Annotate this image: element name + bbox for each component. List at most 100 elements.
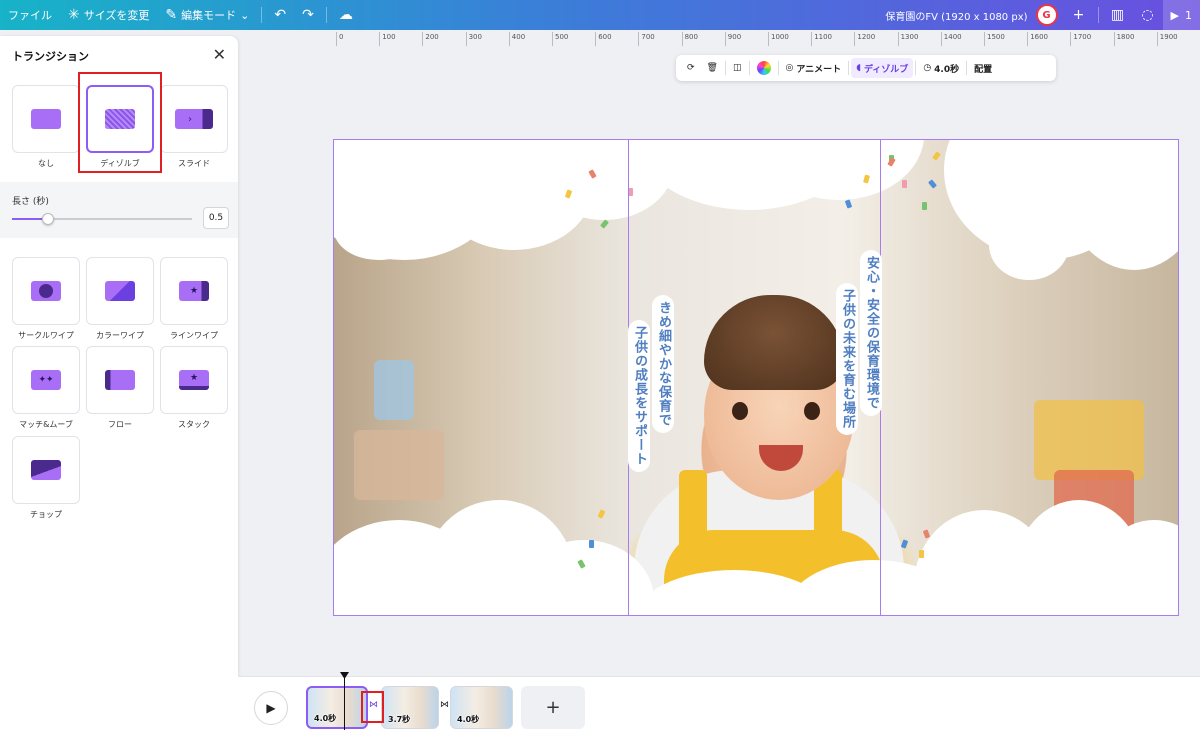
headline-text-1[interactable]: 子供の成長をサポート [628, 320, 650, 472]
transition-thumbnail [12, 85, 80, 153]
document-title[interactable]: 保育園のFV (1920 x 1080 px) [877, 0, 1035, 30]
highlight-annotation [361, 691, 384, 723]
ruler-tick: 1800 [1113, 32, 1134, 46]
chevron-down-icon: ⌄ [240, 8, 250, 22]
duration-button[interactable]: ◷ 4.0秒 [918, 55, 964, 81]
timeline-clip-3[interactable]: 4.0秒 [450, 686, 513, 729]
cloud [334, 200, 424, 260]
color-wipe-icon [105, 281, 135, 301]
split-button[interactable]: ◫ [728, 55, 747, 81]
undo-button[interactable]: ↶ [266, 0, 294, 30]
divider [724, 61, 726, 75]
transition-thumbnail: ★ [160, 257, 228, 325]
present-label: 1 [1185, 8, 1192, 22]
transition-marker[interactable]: ⋈ [440, 700, 449, 710]
divider [261, 7, 263, 23]
delete-button[interactable]: 🗑 [702, 55, 723, 81]
flow-icon [105, 370, 135, 390]
ruler-tick: 700 [638, 32, 655, 46]
ruler-tick: 500 [552, 32, 568, 46]
transition-row-2: ✦✦ マッチ&ムーブ フロー ★ スタック [12, 346, 228, 430]
match-move-icon: ✦✦ [31, 370, 61, 390]
play-icon: ▶ [266, 701, 276, 715]
design-canvas[interactable]: 子供の成長をサポート きめ細やかな保育で 子供の未来を育む場所 安心・安全の保育… [333, 139, 1179, 616]
confetti [589, 540, 594, 548]
clip-duration: 4.0秒 [314, 714, 337, 723]
cloud-save-button[interactable]: ☁ [331, 0, 361, 30]
transition-color-wipe[interactable]: カラーワイプ [86, 257, 154, 341]
transition-circle-wipe[interactable]: サークルワイプ [12, 257, 80, 341]
transition-label: なし [38, 159, 54, 168]
transition-thumbnail [86, 346, 154, 414]
avatar[interactable]: G [1035, 4, 1058, 26]
duration-input[interactable]: 0.5 [203, 207, 229, 229]
divider [966, 61, 968, 75]
present-button[interactable]: ▶ 1 [1162, 0, 1200, 30]
transition-thumbnail [86, 257, 154, 325]
trash-icon: 🗑 [706, 63, 718, 73]
confetti [919, 550, 924, 558]
slider-thumb[interactable] [42, 213, 54, 225]
transition-none[interactable]: なし [12, 85, 80, 169]
playhead[interactable] [344, 674, 345, 730]
bar-chart-icon: ▥ [1110, 7, 1125, 23]
file-menu[interactable]: ファイル [0, 0, 60, 30]
ruler-tick: 1600 [1027, 32, 1048, 46]
transition-flow[interactable]: フロー [86, 346, 154, 430]
animate-label: アニメート [796, 64, 842, 75]
edit-mode-button[interactable]: ✎ 編集モード ⌄ [157, 0, 257, 30]
animate-button[interactable]: ◎ アニメート [781, 55, 847, 81]
ruler-tick: 1300 [897, 32, 918, 46]
redo-button[interactable]: ↷ [294, 0, 322, 30]
add-page-button[interactable]: + [521, 686, 585, 729]
timeline-clip-1[interactable]: 4.0秒 [306, 686, 368, 729]
duration-slider[interactable] [12, 213, 192, 225]
none-preview-icon [31, 109, 61, 129]
divider [748, 61, 750, 75]
ruler-tick: 400 [508, 32, 525, 46]
ruler-tick: 100 [379, 32, 396, 46]
play-button[interactable]: ▶ [254, 691, 288, 725]
ruler-tick: 1100 [811, 32, 832, 46]
headline-text-2[interactable]: きめ細やかな保育で [652, 295, 674, 433]
blurred-window [374, 360, 414, 420]
transition-label: ラインワイプ [170, 331, 218, 340]
divider [848, 61, 850, 75]
dissolve-button[interactable]: ◖ ディゾルブ [851, 58, 914, 78]
ruler-tick: 1000 [768, 32, 789, 46]
slide-preview-icon: › [175, 109, 213, 129]
transition-chop[interactable]: チョップ [12, 436, 80, 520]
comment-button[interactable]: ◌ [1137, 4, 1159, 26]
headline-text-3[interactable]: 子供の未来を育む場所 [836, 283, 858, 435]
refresh-button[interactable]: ⟳ [682, 55, 700, 81]
confetti [922, 202, 927, 210]
ruler-tick: 1400 [940, 32, 962, 46]
cloud [989, 210, 1069, 280]
cloud-icon: ☁ [338, 7, 353, 23]
timeline-clip-2[interactable]: 3.7秒 [381, 686, 439, 729]
line-wipe-icon: ★ [179, 281, 209, 301]
ruler-tick: 1900 [1156, 32, 1178, 46]
ruler-tick: 1200 [854, 32, 875, 46]
ruler-tick: 300 [465, 32, 482, 46]
transition-thumbnail: ★ [160, 346, 228, 414]
blurred-toy-house [1034, 400, 1144, 480]
ruler-tick: 900 [724, 32, 741, 46]
transition-label: スタック [178, 420, 210, 429]
dissolve-label: ディゾルブ [863, 64, 909, 75]
resize-button[interactable]: ✳ サイズを変更 [60, 0, 157, 30]
arrange-button[interactable]: 配置 [969, 55, 997, 81]
overall-strap [679, 470, 707, 550]
transition-line-wipe[interactable]: ★ ラインワイプ [160, 257, 228, 341]
transition-stack[interactable]: ★ スタック [160, 346, 228, 430]
insights-button[interactable]: ▥ [1107, 4, 1129, 26]
divider [325, 7, 327, 23]
color-button[interactable] [752, 55, 776, 81]
divider [777, 61, 779, 75]
close-icon[interactable]: ✕ [213, 45, 226, 64]
headline-text-4[interactable]: 安心・安全の保育環境で [860, 250, 882, 416]
transition-label: スライド [178, 159, 210, 168]
transition-slide[interactable]: › スライド [160, 85, 228, 169]
add-collaborator-button[interactable]: + [1068, 4, 1090, 26]
transition-match-move[interactable]: ✦✦ マッチ&ムーブ [12, 346, 80, 430]
